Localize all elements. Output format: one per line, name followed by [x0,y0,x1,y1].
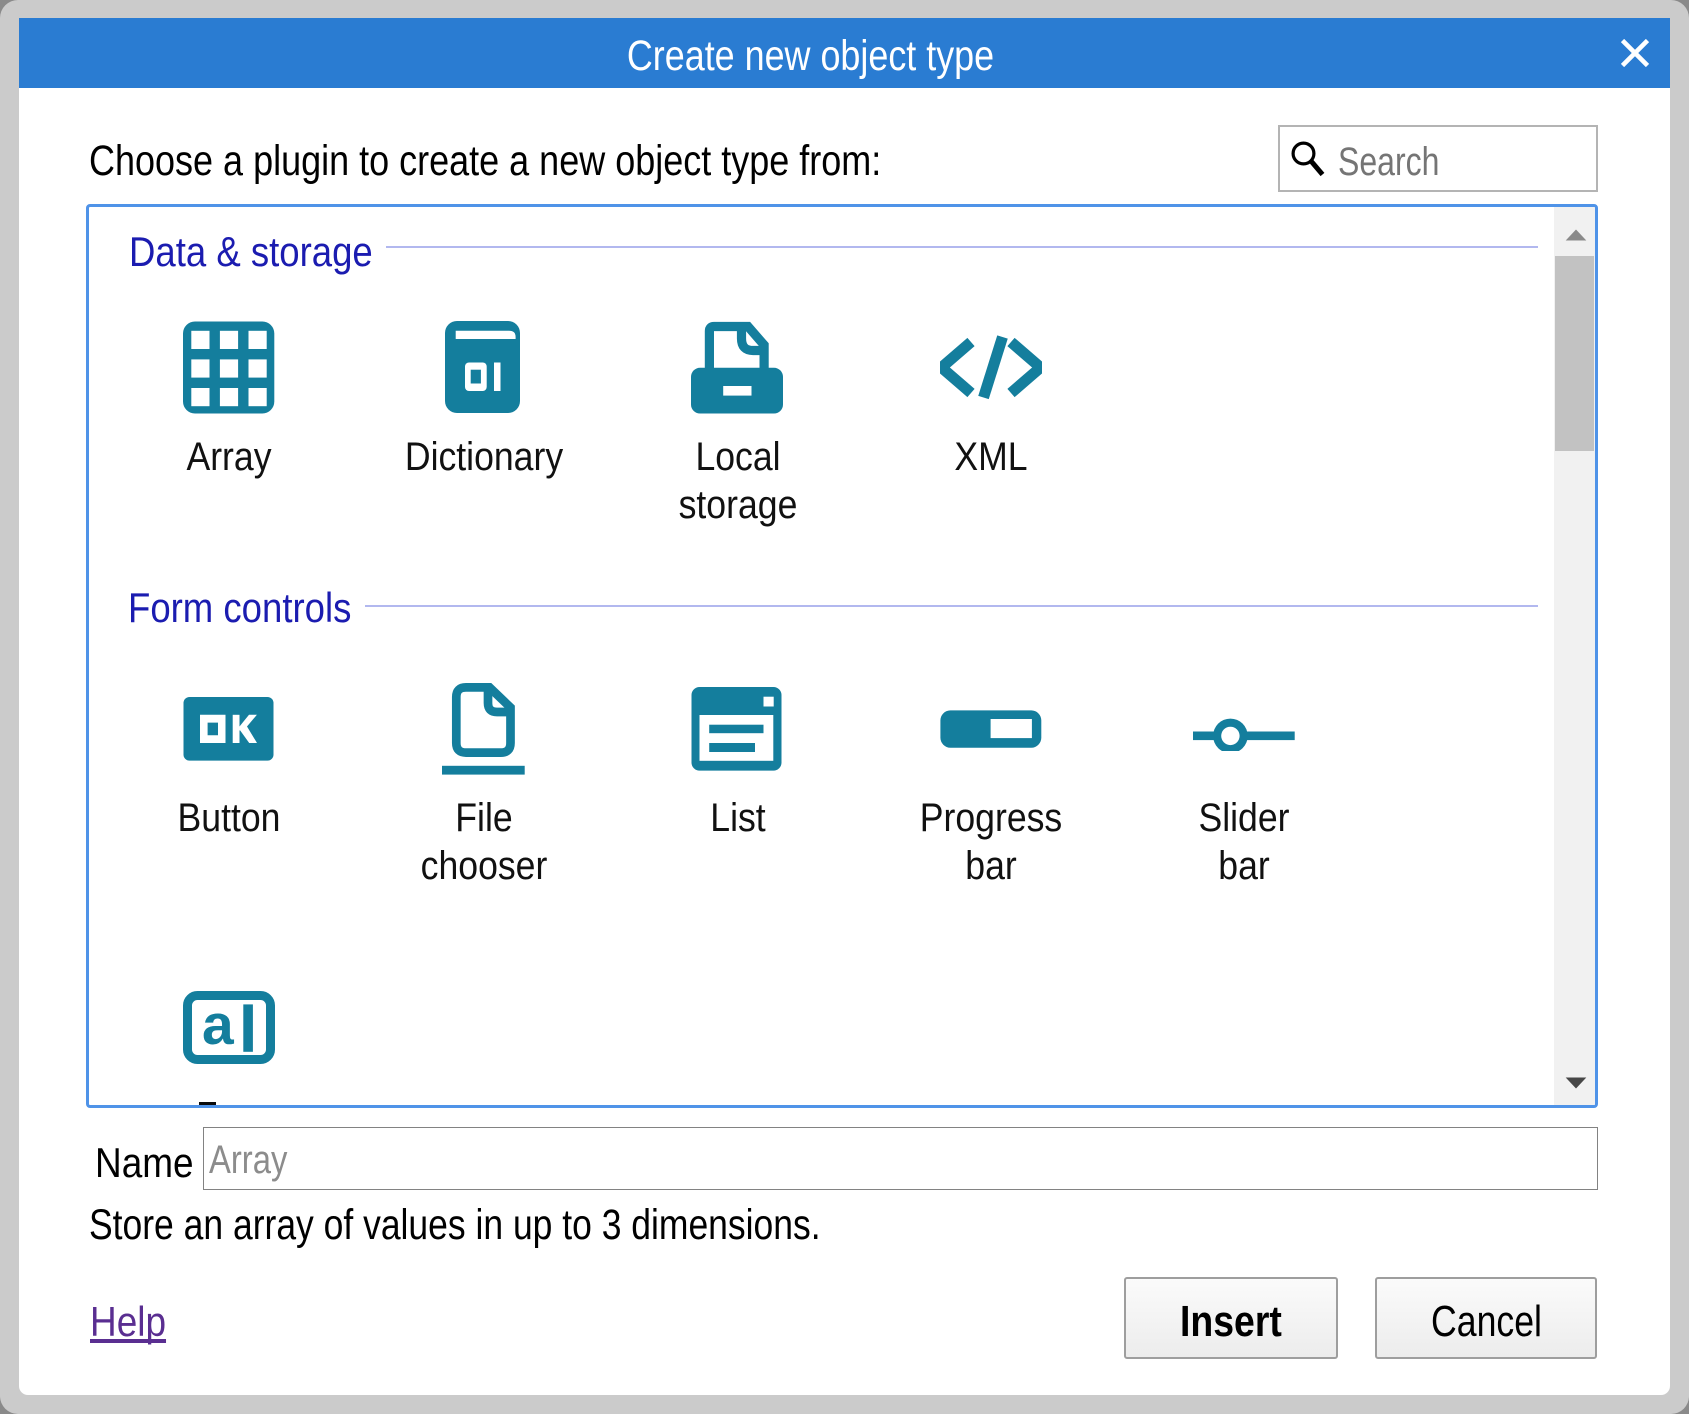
svg-text:a: a [202,993,235,1057]
